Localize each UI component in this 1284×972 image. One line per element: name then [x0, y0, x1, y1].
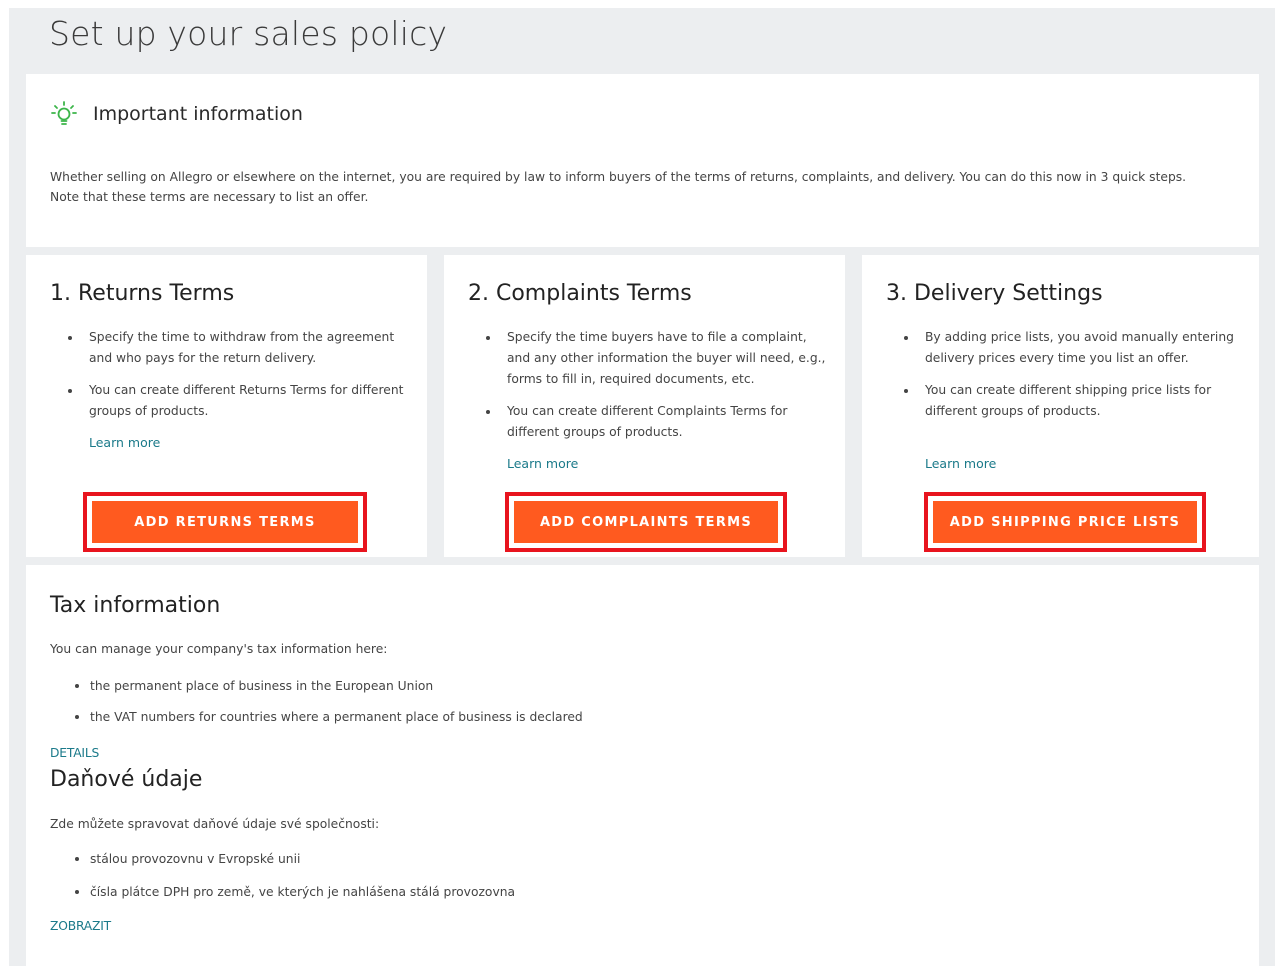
tax-information-card: Tax information You can manage your comp…: [26, 565, 1259, 966]
list-item: By adding price lists, you avoid manuall…: [902, 327, 1247, 369]
tax-information-title-cz: Daňové údaje: [50, 767, 203, 792]
returns-terms-learn-more-link[interactable]: Learn more: [89, 435, 160, 450]
returns-terms-list: Specify the time to withdraw from the ag…: [66, 327, 411, 433]
delivery-settings-learn-more-link[interactable]: Learn more: [925, 456, 996, 471]
list-item: the permanent place of business in the E…: [73, 676, 583, 707]
tax-information-list-cz: stálou provozovnu v Evropské unii čísla …: [73, 849, 515, 913]
page-canvas: Set up your sales policy Important infor…: [9, 8, 1275, 966]
tax-details-link[interactable]: DETAILS: [50, 746, 99, 760]
important-information-text: Whether selling on Allegro or elsewhere …: [50, 167, 1250, 207]
list-item: čísla plátce DPH pro země, ve kterých je…: [73, 882, 515, 913]
add-complaints-terms-button[interactable]: ADD COMPLAINTS TERMS: [514, 501, 778, 543]
list-item: Specify the time buyers have to file a c…: [484, 327, 829, 390]
returns-button-highlight: ADD RETURNS TERMS: [83, 492, 367, 552]
list-item: You can create different shipping price …: [902, 380, 1247, 422]
complaints-button-highlight: ADD COMPLAINTS TERMS: [505, 492, 787, 552]
returns-terms-title: 1. Returns Terms: [50, 281, 235, 306]
delivery-settings-title: 3. Delivery Settings: [886, 281, 1103, 306]
complaints-terms-list: Specify the time buyers have to file a c…: [484, 327, 829, 454]
delivery-settings-list: By adding price lists, you avoid manuall…: [902, 327, 1247, 433]
tax-information-list: the permanent place of business in the E…: [73, 676, 583, 738]
important-information-line: Whether selling on Allegro or elsewhere …: [50, 170, 1187, 184]
complaints-terms-title: 2. Complaints Terms: [468, 281, 692, 306]
complaints-terms-card: 2. Complaints Terms Specify the time buy…: [444, 255, 845, 557]
important-information-title: Important information: [93, 103, 303, 125]
list-item: the VAT numbers for countries where a pe…: [73, 707, 583, 738]
tax-information-description: You can manage your company's tax inform…: [50, 642, 388, 656]
delivery-settings-card: 3. Delivery Settings By adding price lis…: [862, 255, 1259, 557]
returns-terms-card: 1. Returns Terms Specify the time to wit…: [26, 255, 427, 557]
add-shipping-price-lists-button[interactable]: ADD SHIPPING PRICE LISTS: [933, 501, 1197, 543]
list-item: You can create different Complaints Term…: [484, 401, 829, 443]
list-item: stálou provozovnu v Evropské unii: [73, 849, 515, 882]
important-information-header: Important information: [51, 101, 303, 127]
tax-information-description-cz: Zde můžete spravovat daňové údaje své sp…: [50, 817, 380, 831]
list-item: Specify the time to withdraw from the ag…: [66, 327, 411, 369]
important-information-line: Note that these terms are necessary to l…: [50, 190, 369, 204]
shipping-button-highlight: ADD SHIPPING PRICE LISTS: [924, 492, 1206, 552]
important-information-card: Important information Whether selling on…: [26, 74, 1259, 247]
page-title: Set up your sales policy: [49, 14, 448, 53]
list-item: You can create different Returns Terms f…: [66, 380, 411, 422]
tax-view-link-cz[interactable]: ZOBRAZIT: [50, 919, 111, 933]
add-returns-terms-button[interactable]: ADD RETURNS TERMS: [92, 501, 358, 543]
tax-information-title: Tax information: [50, 593, 221, 618]
lightbulb-icon: [51, 101, 77, 125]
complaints-terms-learn-more-link[interactable]: Learn more: [507, 456, 578, 471]
